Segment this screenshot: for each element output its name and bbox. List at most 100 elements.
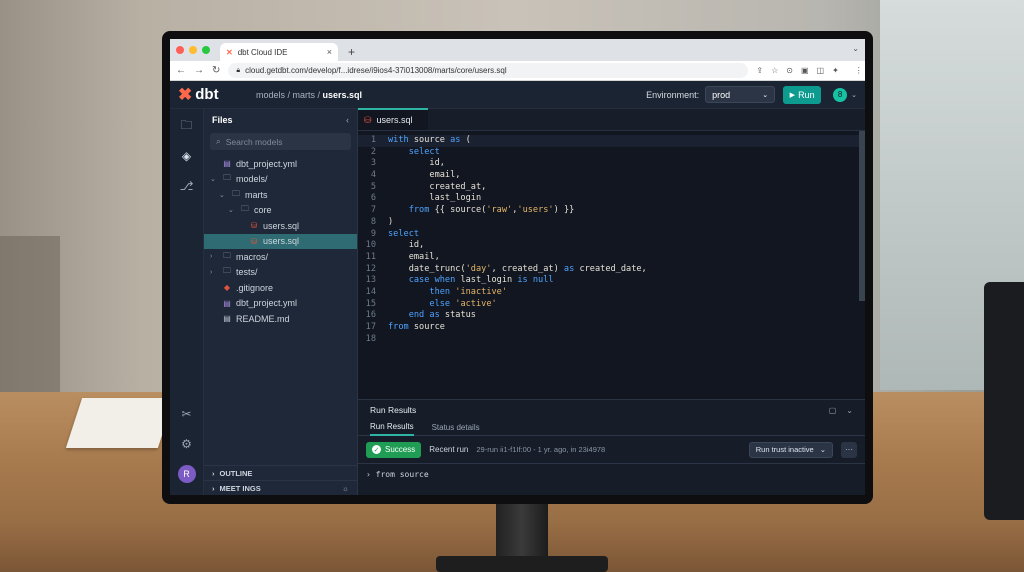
tab-list-chevron-icon[interactable]: ⌄ bbox=[852, 44, 859, 53]
user-menu-chevron-icon[interactable]: ⌄ bbox=[851, 91, 857, 99]
search-input[interactable]: ⌕ Search models bbox=[210, 133, 351, 150]
breadcrumb-path[interactable]: models / marts / bbox=[256, 90, 323, 100]
code-token: case when bbox=[388, 275, 456, 286]
browser-menu-icon[interactable]: ⋮ bbox=[855, 66, 863, 75]
url-field[interactable]: 🔒︎ cloud.getdbt.com/develop/f...idrese/i… bbox=[228, 63, 749, 78]
minimize-window-button[interactable] bbox=[189, 46, 197, 54]
tree-item[interactable]: ▤ README.md bbox=[204, 311, 357, 327]
code-line[interactable]: 6 last_login bbox=[358, 193, 865, 205]
code-token: select bbox=[388, 228, 420, 239]
code-line[interactable]: 7 from {{ source('raw','users') }} bbox=[358, 205, 865, 217]
code-line[interactable]: 8) bbox=[358, 217, 865, 229]
code-line[interactable]: 4 email, bbox=[358, 170, 865, 182]
run-button[interactable]: ▶ Run bbox=[783, 85, 822, 104]
tree-caret-icon[interactable]: › bbox=[210, 253, 218, 260]
code-token: source bbox=[408, 322, 445, 332]
line-number: 16 bbox=[365, 310, 376, 321]
back-arrow-icon[interactable]: ← bbox=[176, 65, 186, 76]
code-line[interactable]: 18 bbox=[358, 334, 865, 346]
folder-icon: 🗀︎ bbox=[241, 204, 249, 214]
tree-item[interactable]: ◆ .gitignore bbox=[204, 280, 357, 296]
tree-item[interactable]: › 🗀︎ macros/ bbox=[204, 249, 357, 265]
collapse-panel-chevron-icon[interactable]: ⌄ bbox=[846, 406, 853, 415]
collapse-panel-icon[interactable]: ‹ bbox=[346, 115, 349, 125]
code-line[interactable]: 14 then 'inactive' bbox=[358, 287, 865, 299]
code-line[interactable]: 16 end as status bbox=[358, 310, 865, 322]
maximize-panel-icon[interactable]: ▢ bbox=[829, 406, 837, 415]
outline-section[interactable]: › OUTLINE bbox=[204, 465, 357, 480]
puzzle-icon[interactable]: ✦ bbox=[832, 66, 839, 75]
line-number: 5 bbox=[370, 181, 376, 192]
dbt-logo[interactable]: ✖ dbt bbox=[178, 85, 256, 105]
tree-caret-icon[interactable]: ⌄ bbox=[228, 206, 236, 214]
code-line[interactable]: 15 else 'active' bbox=[358, 299, 865, 311]
tab-run-results[interactable]: Run Results bbox=[370, 420, 414, 436]
tree-caret-icon[interactable]: ⌄ bbox=[219, 191, 227, 199]
run-button-label: Run bbox=[798, 89, 815, 100]
code-line[interactable]: 3 id, bbox=[358, 158, 865, 170]
code-line[interactable]: 1 with source as ( bbox=[358, 135, 865, 147]
git-icon[interactable]: ⎇ bbox=[178, 177, 196, 195]
user-avatar[interactable]: R bbox=[177, 465, 196, 483]
run-results-header: Run Results ▢ ⌄ bbox=[358, 400, 865, 420]
code-token: id, bbox=[388, 240, 425, 251]
gear-icon[interactable]: ⚙ bbox=[178, 435, 196, 453]
tools-icon[interactable]: ✂ bbox=[178, 405, 196, 423]
code-line[interactable]: 10 id, bbox=[358, 240, 865, 252]
run-results-title: Run Results bbox=[370, 405, 417, 415]
browser-tab[interactable]: ✕ dbt Cloud IDE × bbox=[220, 43, 338, 61]
extension-icon[interactable]: ⊙ bbox=[786, 66, 793, 75]
run-trust-label: Run trust inactive bbox=[755, 445, 814, 454]
markdown-file-icon: ▤ bbox=[223, 314, 231, 324]
code-line[interactable]: 5 created_at, bbox=[358, 182, 865, 194]
sun-icon[interactable]: ☼ bbox=[342, 484, 349, 493]
code-token: is null bbox=[517, 275, 554, 286]
user-menu-button[interactable]: 8 bbox=[833, 87, 848, 102]
environment-select[interactable]: prod ⌄ bbox=[705, 86, 776, 103]
forward-arrow-icon[interactable]: → bbox=[194, 65, 204, 76]
tab-close-icon[interactable]: × bbox=[327, 47, 332, 57]
code-line[interactable]: 17 from source bbox=[358, 322, 865, 334]
editor-tab-users-sql[interactable]: ⛁ users.sql bbox=[358, 108, 428, 130]
code-line[interactable]: 2 select bbox=[358, 147, 865, 159]
reload-icon[interactable]: ↻ bbox=[212, 65, 220, 76]
tree-item[interactable]: ⌄ 🗀︎ core bbox=[204, 203, 357, 219]
tree-item-label: README.md bbox=[236, 313, 290, 324]
layers-icon[interactable]: ◈ bbox=[178, 147, 196, 165]
bookmark-star-icon[interactable]: ☆ bbox=[771, 66, 778, 75]
maximize-window-button[interactable] bbox=[202, 46, 210, 54]
close-window-button[interactable] bbox=[176, 46, 184, 54]
tree-caret-icon[interactable]: ⌄ bbox=[210, 175, 218, 183]
code-token: {{ source( bbox=[429, 205, 487, 216]
tree-item[interactable]: ⌄ 🗀︎ marts bbox=[204, 187, 357, 203]
more-options-button[interactable]: ··· bbox=[841, 441, 857, 458]
run-results-panel: Run Results ▢ ⌄ Run Results Status detai… bbox=[358, 399, 865, 495]
code-editor[interactable]: 1 with source as (2 select 3 id, 4 email, 5 … bbox=[358, 131, 865, 399]
tree-caret-icon[interactable]: › bbox=[210, 269, 218, 276]
tree-item[interactable]: ⛁ users.sql bbox=[204, 233, 357, 249]
tree-item[interactable]: ⌄ 🗀︎ models/ bbox=[204, 172, 357, 188]
extension-icon-2[interactable]: ▣ bbox=[801, 66, 809, 75]
code-line[interactable]: 11 email, bbox=[358, 252, 865, 264]
tab-status-details[interactable]: Status details bbox=[432, 423, 480, 432]
folder-icon[interactable]: 🗀︎ bbox=[178, 117, 196, 135]
code-token: from bbox=[388, 205, 430, 216]
main-panel: ⛁ users.sql 1 with source as (2 select 3 i… bbox=[358, 108, 865, 495]
code-line[interactable]: 13 case when last_login is null bbox=[358, 275, 865, 287]
extension-icon-3[interactable]: ◫ bbox=[817, 66, 825, 75]
tree-item[interactable]: ▤ dbt_project.yml bbox=[204, 296, 357, 312]
meetings-section[interactable]: › MEET INGS ☼ bbox=[204, 480, 357, 495]
new-tab-button[interactable]: + bbox=[348, 43, 355, 61]
run-trust-dropdown[interactable]: Run trust inactive ⌄ bbox=[748, 441, 833, 458]
check-icon: ✓ bbox=[372, 445, 381, 454]
code-token: ) }} bbox=[553, 205, 575, 216]
code-line[interactable]: 12 date_trunc('day', created_at) as crea… bbox=[358, 264, 865, 276]
tree-item[interactable]: ▤ dbt_project.yml bbox=[204, 156, 357, 172]
share-icon[interactable]: ⇪ bbox=[756, 66, 763, 75]
tree-item[interactable]: › 🗀︎ tests/ bbox=[204, 265, 357, 281]
code-line[interactable]: 9 select bbox=[358, 229, 865, 241]
tree-item[interactable]: ⛁ users.sql bbox=[204, 218, 357, 234]
editor-scrollbar[interactable] bbox=[859, 131, 865, 301]
tree-item-label: dbt_project.yml bbox=[236, 298, 298, 309]
url-text: cloud.getdbt.com/develop/f...idrese/i9io… bbox=[245, 66, 507, 75]
